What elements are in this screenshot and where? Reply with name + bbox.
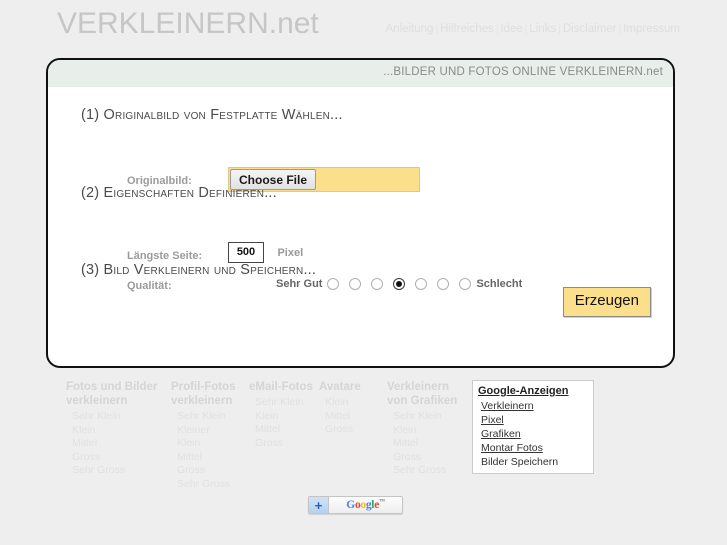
site-logo: VERKLEINERN.net — [57, 7, 319, 40]
step-2-title: (2) Eigenschaften Definieren... — [81, 185, 277, 201]
google-ad-link[interactable]: Bilder Speichern — [478, 455, 588, 469]
footer-column-heading: Verkleinern von Grafiken — [387, 381, 458, 407]
footer-column-heading: Avatare — [319, 381, 361, 393]
quality-radio-7[interactable] — [459, 277, 472, 290]
footer-link-item[interactable]: Sehr Gross — [387, 464, 472, 478]
footer-link-item[interactable]: Klein — [171, 437, 249, 451]
google-ads-title: Google-Anzeigen — [478, 385, 569, 397]
google-plus-one-button[interactable]: + Google™ — [308, 496, 403, 514]
panel-body: (1) Originalbild von Festplatte Wählen..… — [48, 87, 673, 366]
nav-separator: | — [558, 24, 561, 35]
footer-link-item[interactable]: Mittel — [249, 423, 319, 437]
footer-column-grafiken: Verkleinern von Grafiken Sehr Klein Klei… — [387, 380, 472, 478]
footer-link-item[interactable]: Klein — [249, 410, 319, 424]
quality-radio-6[interactable] — [437, 277, 450, 290]
footer-link-item[interactable]: Mittel — [171, 451, 249, 465]
google-ad-link[interactable]: Montar Fotos — [478, 441, 588, 455]
site-header: VERKLEINERN.net Anleitung | Hilfreiches | Id… — [0, 0, 727, 56]
footer-link-item[interactable]: Sehr Klein — [387, 410, 472, 424]
footer-column-fotos-und-bilder: Fotos und Bilder verkleinern Sehr Klein … — [66, 380, 171, 478]
footer-column-avatare: Avatare Klein Mittel Gross — [319, 380, 387, 437]
plus-icon: + — [309, 497, 329, 513]
footer-link-item[interactable]: Sehr Gross — [171, 478, 249, 492]
nav-link-idee[interactable]: Idee — [500, 23, 522, 35]
footer-link-item[interactable]: Klein — [387, 424, 472, 438]
quality-radio-2[interactable] — [349, 277, 362, 290]
footer-link-item[interactable]: Sehr Klein — [66, 410, 171, 424]
pixel-unit-label: Pixel — [277, 246, 304, 259]
laengste-seite-label: Längste Seite: — [127, 250, 203, 262]
main-form-panel: ...BILDER UND FOTOS ONLINE VERKLEINERN.n… — [46, 58, 675, 368]
qualitaet-label: Qualität: — [127, 280, 172, 292]
google-ad-link[interactable]: Pixel — [478, 413, 588, 427]
footer-link-item[interactable]: Kleiner — [171, 424, 249, 438]
google-ad-link[interactable]: Grafiken — [478, 427, 588, 441]
google-ads-box: Google-Anzeigen Verkleinern Pixel Grafik… — [472, 380, 594, 474]
step-1-title: (1) Originalbild von Festplatte Wählen..… — [81, 107, 343, 123]
erzeugen-submit-button[interactable]: Erzeugen — [562, 287, 651, 317]
panel-header-bar: ...BILDER UND FOTOS ONLINE VERKLEINERN.n… — [48, 60, 673, 87]
quality-radio-5[interactable] — [415, 277, 428, 290]
nav-link-disclaimer[interactable]: Disclaimer — [563, 23, 617, 35]
nav-link-anleitung[interactable]: Anleitung — [386, 23, 434, 35]
nav-link-hilfreiches[interactable]: Hilfreiches — [440, 23, 494, 35]
footer-link-item[interactable]: Gross — [249, 437, 319, 451]
footer-column-heading: eMail-Fotos — [249, 381, 313, 393]
trademark-icon: ™ — [379, 499, 385, 506]
footer-link-item[interactable]: Gross — [319, 423, 387, 437]
footer-link-item[interactable]: Gross — [171, 464, 249, 478]
footer-column-heading: Fotos und Bilder verkleinern — [66, 381, 158, 407]
google-ad-link[interactable]: Verkleinern — [478, 399, 588, 413]
footer-link-item[interactable]: Sehr Klein — [249, 396, 319, 410]
footer-link-item[interactable]: Mittel — [66, 437, 171, 451]
pixel-size-input[interactable]: 500 — [228, 242, 264, 263]
quality-radio-1[interactable] — [327, 277, 340, 290]
footer-link-item[interactable]: Mittel — [387, 437, 472, 451]
nav-link-impressum[interactable]: Impressum — [623, 23, 680, 35]
quality-radio-4[interactable] — [393, 277, 406, 290]
google-wordmark: Google™ — [346, 499, 385, 511]
panel-tagline: ...BILDER UND FOTOS ONLINE VERKLEINERN.n… — [383, 66, 663, 78]
nav-link-links[interactable]: Links — [529, 23, 556, 35]
footer-link-item[interactable]: Mittel — [319, 410, 387, 424]
footer-column-profil-fotos: Profil-Fotos verkleinern Sehr Klein Klei… — [171, 380, 249, 491]
footer-link-item[interactable]: Gross — [387, 451, 472, 465]
quality-min-label: Sehr Gut — [276, 277, 323, 290]
top-nav: Anleitung | Hilfreiches | Idee | Links | Disclai… — [386, 23, 681, 35]
pixel-input-row: 500 Pixel — [228, 242, 303, 263]
footer-link-item[interactable]: Klein — [66, 424, 171, 438]
quality-max-label: Schlecht — [476, 277, 523, 290]
footer-link-item[interactable]: Gross — [66, 451, 171, 465]
footer-link-item[interactable]: Klein — [319, 396, 387, 410]
footer-column-heading: Profil-Fotos verkleinern — [171, 381, 236, 407]
step-3-title: (3) Bild Verkleinern und Speichern... — [81, 262, 317, 278]
footer-column-email-fotos: eMail-Fotos Sehr Klein Klein Mittel Gros… — [249, 380, 319, 450]
footer-link-item[interactable]: Sehr Klein — [171, 410, 249, 424]
quality-radio-3[interactable] — [371, 277, 384, 290]
footer-link-item[interactable]: Sehr Gross — [66, 464, 171, 478]
